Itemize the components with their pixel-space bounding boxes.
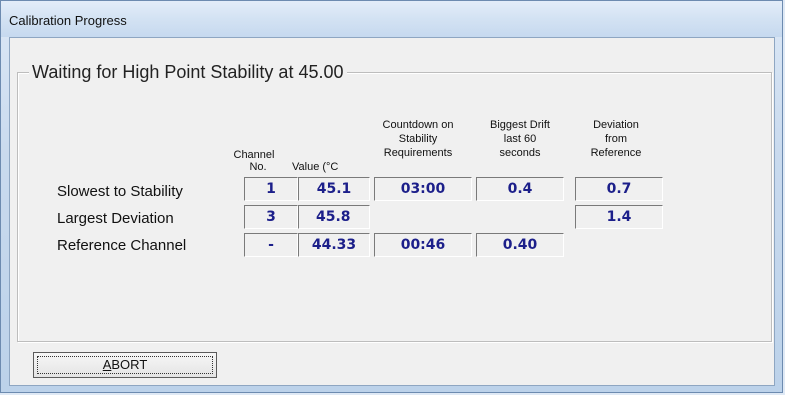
cell-slowest-channel: 1 — [244, 177, 298, 201]
row-label-largest-deviation: Largest Deviation — [57, 210, 174, 227]
col-header-value-text: Value (°C — [292, 161, 339, 173]
cell-reference-channel: - — [244, 233, 298, 257]
col-header-channel: Channel No. — [232, 149, 276, 173]
abort-button-label: ABORT — [103, 357, 148, 372]
cell-slowest-countdown: 03:00 — [374, 177, 472, 201]
cell-reference-value: 44.33 — [298, 233, 370, 257]
col-header-drift-line1: Biggest Drift — [490, 119, 550, 131]
col-header-value: Value (°C — [292, 161, 372, 173]
cell-largest-value: 45.8 — [298, 205, 370, 229]
cell-largest-deviation: 1.4 — [575, 205, 663, 229]
col-header-countdown: Countdown on Stability Requirements — [368, 119, 468, 159]
abort-label-rest: BORT — [111, 357, 148, 372]
col-header-drift-line2: last 60 — [503, 133, 537, 145]
col-header-channel-line1: Channel — [233, 149, 275, 161]
cell-slowest-drift: 0.4 — [476, 177, 564, 201]
cell-reference-drift: 0.40 — [476, 233, 564, 257]
cell-largest-channel: 3 — [244, 205, 298, 229]
abort-button[interactable]: ABORT — [33, 352, 217, 378]
window-title: Calibration Progress — [9, 13, 127, 28]
col-header-countdown-line1: Countdown on — [382, 119, 454, 131]
col-header-channel-line2: No. — [249, 161, 267, 173]
group-title: Waiting for High Point Stability at 45.0… — [29, 61, 347, 83]
cell-slowest-deviation: 0.7 — [575, 177, 663, 201]
col-header-drift-line3: seconds — [499, 147, 541, 159]
col-header-drift: Biggest Drift last 60 seconds — [478, 119, 562, 159]
col-header-countdown-line3: Requirements — [383, 147, 453, 159]
title-bar[interactable]: Calibration Progress — [1, 1, 782, 37]
row-label-reference: Reference Channel — [57, 237, 187, 254]
row-label-slowest: Slowest to Stability — [57, 183, 183, 200]
col-header-countdown-line2: Stability — [398, 133, 438, 145]
col-header-deviation: Deviation from Reference — [574, 119, 658, 159]
cell-reference-countdown: 00:46 — [374, 233, 472, 257]
col-header-deviation-line2: from — [605, 133, 627, 145]
col-header-deviation-line1: Deviation — [593, 119, 639, 131]
cell-slowest-value: 45.1 — [298, 177, 370, 201]
col-header-deviation-line3: Reference — [590, 147, 642, 159]
